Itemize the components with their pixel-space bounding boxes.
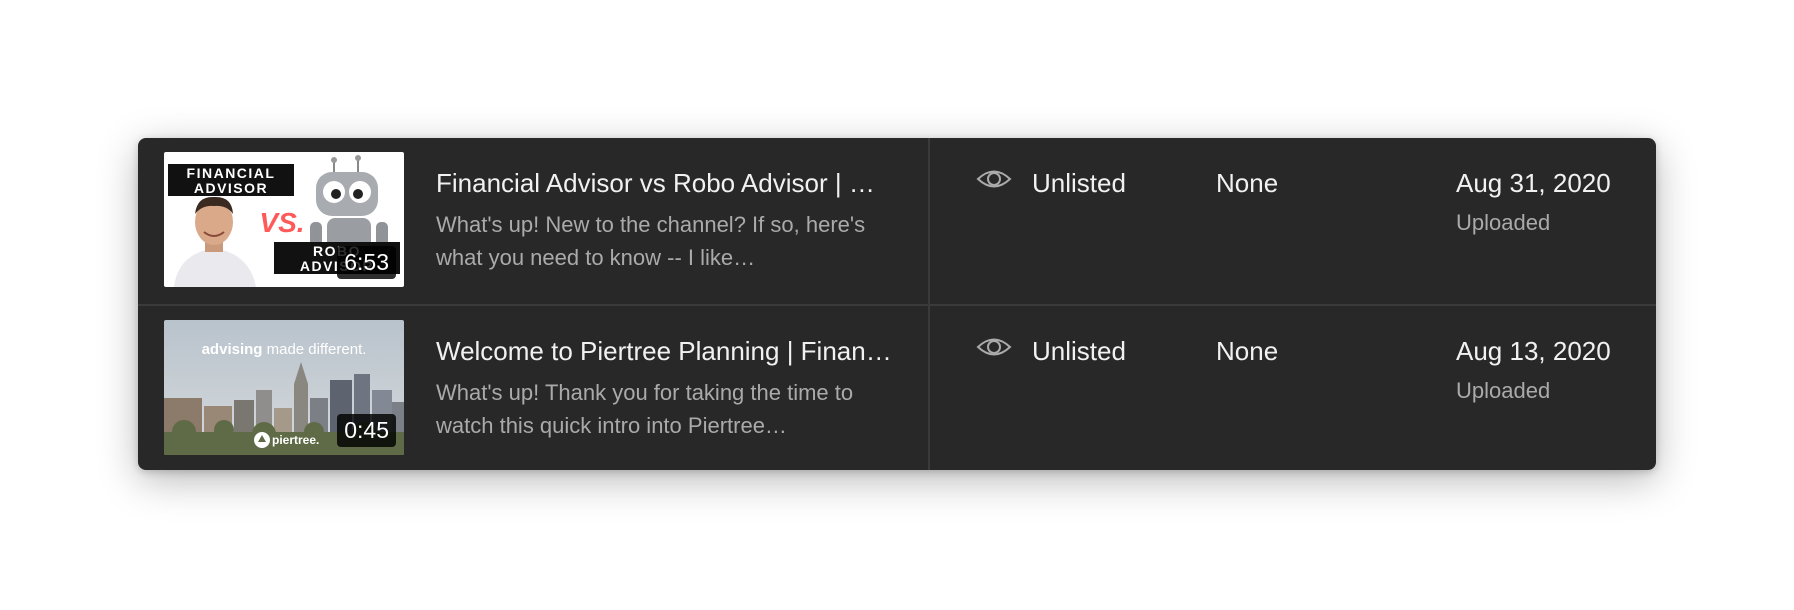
video-list-panel: FINANCIAL ADVISOR VS. 6:53 Financial Adv… [138, 138, 1656, 470]
thumb-tagline: advising made different. [202, 341, 367, 358]
upload-date: Aug 31, 2020 [1456, 168, 1611, 198]
video-row[interactable]: FINANCIAL ADVISOR VS. 6:53 Financial Adv… [138, 138, 1656, 304]
restrictions-value: None [1216, 336, 1279, 366]
eye-icon[interactable] [976, 166, 1012, 192]
visibility-status[interactable]: Unlisted [1032, 334, 1126, 368]
eye-icon[interactable] [976, 334, 1012, 360]
upload-status: Uploaded [1456, 378, 1551, 403]
video-description: What's up! New to the channel? If so, he… [436, 212, 866, 270]
video-thumbnail[interactable]: advising made different. piertree. 0:45 [164, 320, 404, 455]
video-thumbnail[interactable]: FINANCIAL ADVISOR VS. 6:53 [164, 152, 404, 287]
video-title[interactable]: Financial Advisor vs Robo Advisor | W… [436, 166, 892, 200]
upload-status: Uploaded [1456, 210, 1551, 235]
video-description: What's up! Thank you for taking the time… [436, 380, 854, 438]
restrictions-value: None [1216, 168, 1279, 198]
video-row[interactable]: advising made different. piertree. 0:45 … [138, 304, 1656, 470]
video-duration: 6:53 [337, 246, 396, 279]
thumb-top-label-line1: FINANCIAL [187, 165, 276, 181]
video-duration: 0:45 [337, 414, 396, 447]
visibility-status[interactable]: Unlisted [1032, 166, 1126, 200]
thumb-top-label-line2: ADVISOR [194, 180, 268, 196]
thumb-vs-label: VS. [259, 207, 304, 238]
thumb-brand: piertree. [272, 433, 319, 447]
upload-date: Aug 13, 2020 [1456, 336, 1611, 366]
video-title[interactable]: Welcome to Piertree Planning | Financ… [436, 334, 892, 368]
